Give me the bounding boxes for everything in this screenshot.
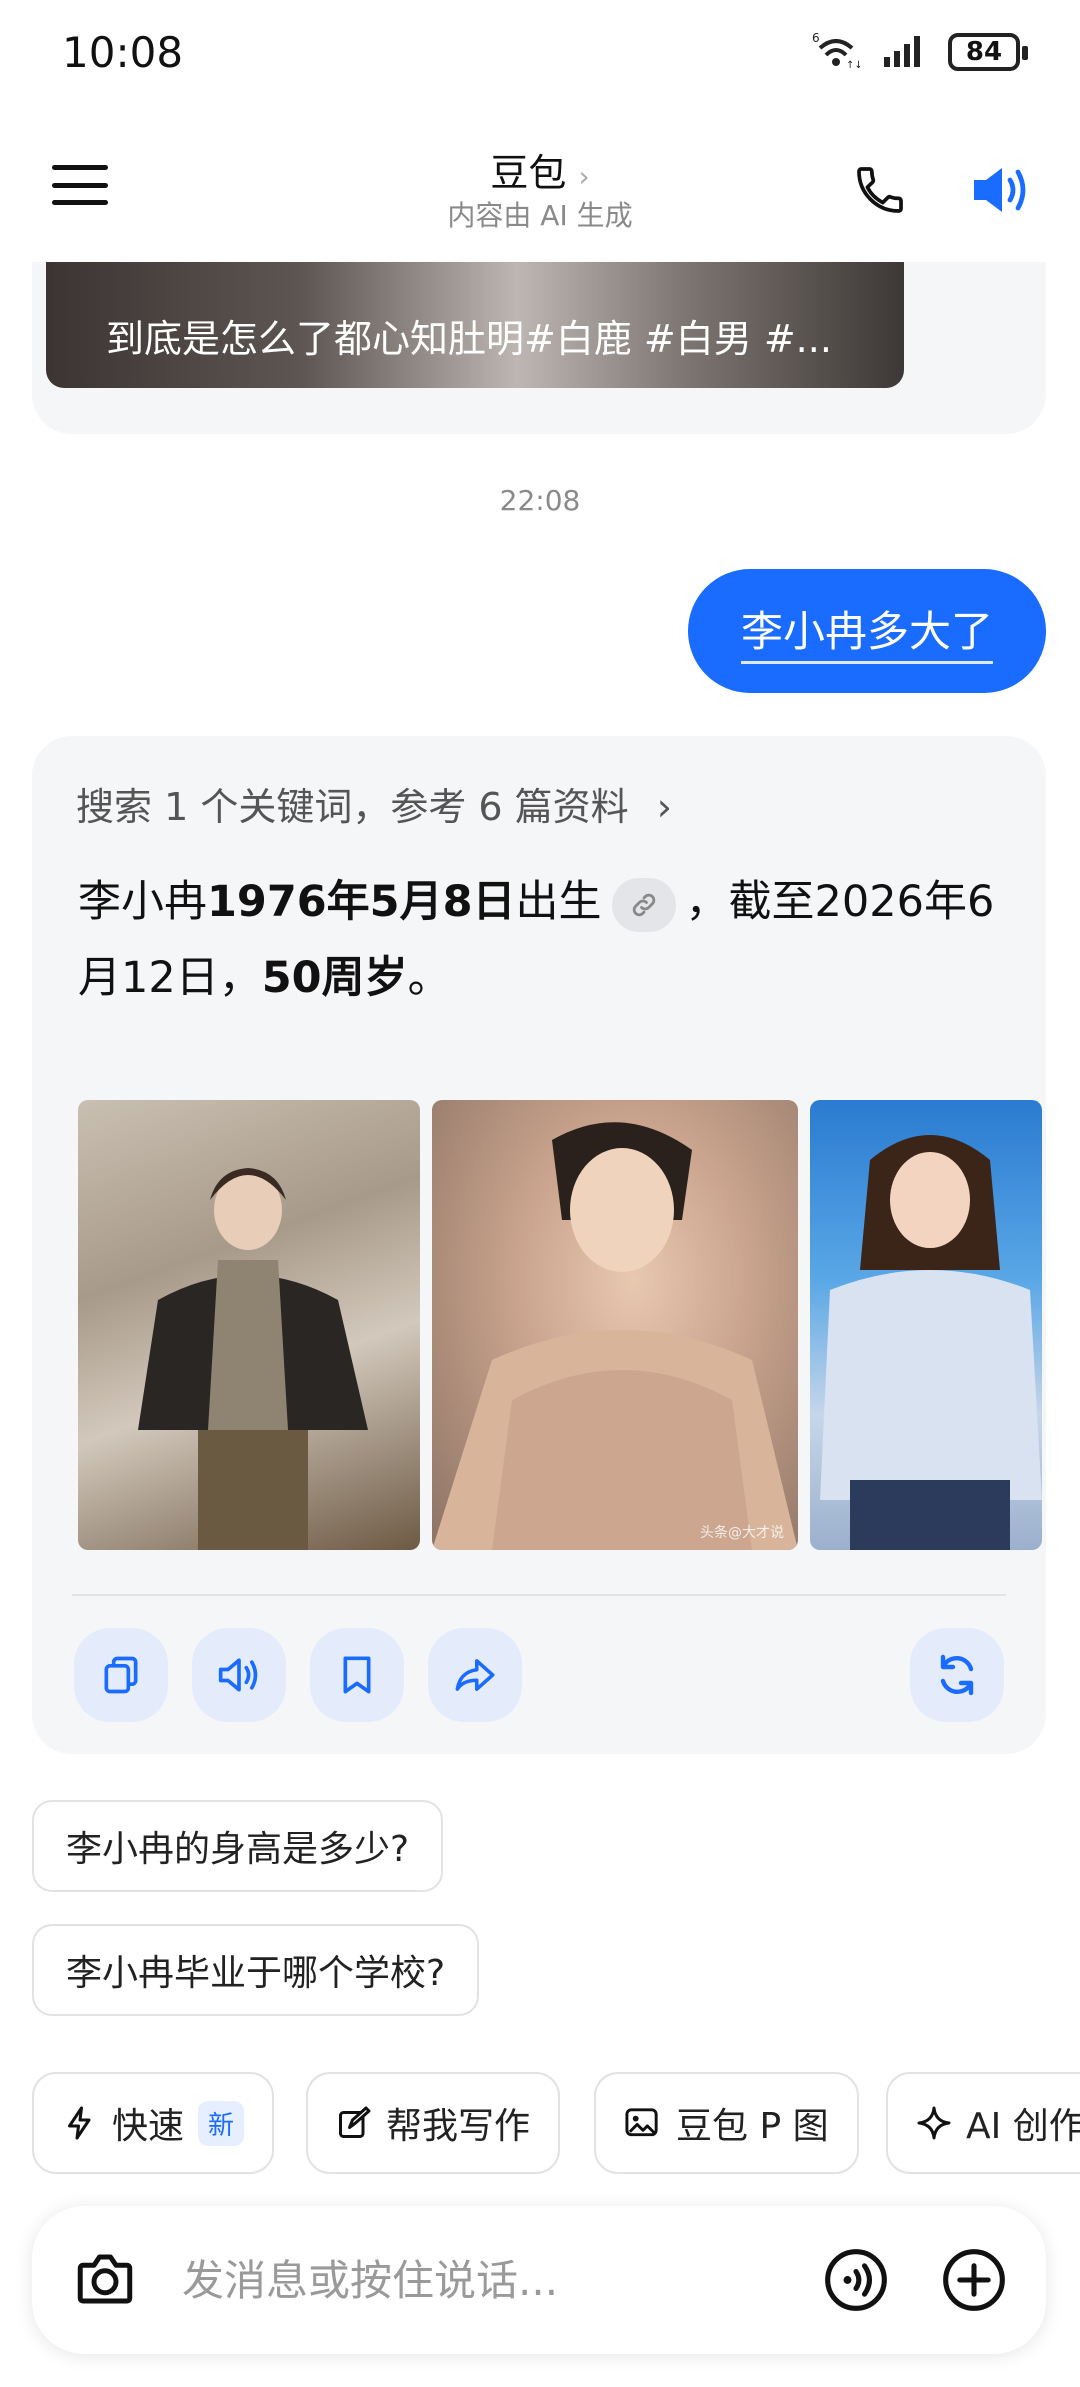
read-aloud-button[interactable] [192, 1628, 286, 1722]
answer-segment: 李小冉 [78, 877, 207, 927]
chevron-right-icon: › [578, 160, 590, 193]
quick-chip-ai-create[interactable]: AI 创作 [886, 2072, 1080, 2174]
regenerate-button[interactable] [910, 1628, 1004, 1722]
card-divider [72, 1594, 1006, 1596]
quick-chip-writing[interactable]: 帮我写作 [306, 2072, 561, 2174]
sparkle-icon [917, 2106, 951, 2140]
quick-chip-image-edit[interactable]: 豆包 P 图 [594, 2072, 859, 2174]
chip-label: 帮我写作 [386, 2106, 531, 2147]
ai-generated-notice: 内容由 AI 生成 [447, 199, 633, 232]
result-photo-3[interactable] [810, 1100, 1042, 1550]
svg-text:↑↓: ↑↓ [846, 60, 860, 70]
voice-input-button[interactable] [822, 2246, 890, 2314]
age-value: 50周岁 [261, 953, 408, 1003]
status-time: 10:08 [62, 28, 184, 77]
photo-watermark: 头条@大才说 [700, 1525, 784, 1541]
suggested-question[interactable]: 李小冉毕业于哪个学校? [32, 1924, 480, 2016]
svg-text:6: 6 [812, 31, 820, 45]
battery-indicator: 84 [948, 33, 1028, 71]
edit-icon [339, 2106, 371, 2138]
quick-chip-fast[interactable]: 快速 新 [32, 2072, 275, 2174]
phone-icon [857, 167, 903, 213]
user-message-bubble[interactable]: 李小冉多大了 [688, 569, 1046, 693]
reference-link-chip[interactable] [611, 877, 676, 932]
bookmark-icon [343, 1656, 371, 1694]
speaker-outline-icon [218, 1658, 258, 1692]
camera-button[interactable] [72, 2246, 138, 2312]
answer-segment: 。 [407, 953, 451, 1003]
answer-text: 李小冉1976年5月8日出生 ，截至2026年6月12日，50周岁。 [78, 864, 1018, 1016]
share-button[interactable] [428, 1628, 522, 1722]
link-icon [632, 893, 655, 916]
add-attachment-button[interactable] [940, 2246, 1008, 2314]
plus-circle-icon [943, 2249, 1005, 2311]
suggested-question-text: 李小冉的身高是多少? [66, 1829, 410, 1870]
copy-icon [104, 1656, 138, 1694]
camera-icon [77, 2254, 133, 2304]
status-bar: 10:08 6 ↑↓ 84 [0, 0, 1080, 110]
message-timestamp: 22:08 [499, 484, 581, 517]
chat-header: 豆包 › 内容由 AI 生成 [0, 110, 1080, 260]
search-summary: 搜索 1 个关键词，参考 6 篇资料 [76, 785, 629, 829]
chevron-right-icon: › [656, 785, 672, 829]
user-message-text: 李小冉多大了 [740, 598, 993, 664]
lightning-icon [68, 2106, 91, 2140]
result-photo-2[interactable]: 头条@大才说 [432, 1100, 798, 1550]
share-arrow-icon [455, 1659, 495, 1691]
speaker-icon [974, 168, 1026, 212]
wifi-icon: 6 ↑↓ [812, 30, 863, 74]
search-sources-link[interactable]: 搜索 1 个关键词，参考 6 篇资料 › [76, 776, 672, 831]
suggested-question-text: 李小冉毕业于哪个学校? [66, 1953, 446, 1994]
chip-label: AI 创作 [966, 2106, 1080, 2147]
status-icons: 6 ↑↓ 84 [812, 30, 1028, 74]
bookmark-button[interactable] [310, 1628, 404, 1722]
assistant-name: 豆包 [490, 151, 567, 195]
chip-label: 快速 [112, 2106, 185, 2147]
refresh-icon [940, 1654, 974, 1696]
new-badge: 新 [198, 2100, 245, 2146]
assistant-title[interactable]: 豆包 › [0, 142, 1080, 197]
voice-wave-icon [825, 2249, 887, 2311]
copy-button[interactable] [74, 1628, 168, 1722]
message-input-bar [32, 2206, 1046, 2354]
speaker-toggle-button[interactable] [968, 160, 1032, 220]
result-photo-1[interactable] [78, 1100, 420, 1550]
signal-icon [882, 33, 926, 71]
video-caption: 到底是怎么了都心知肚明#白鹿 #白男 #... [106, 317, 832, 361]
message-input[interactable] [182, 2246, 802, 2314]
chip-label: 豆包 P 图 [676, 2106, 829, 2147]
suggested-question[interactable]: 李小冉的身高是多少? [32, 1800, 444, 1892]
answer-segment: 出生 [515, 877, 602, 927]
phone-call-button[interactable] [852, 162, 908, 218]
image-edit-icon [625, 2108, 658, 2137]
birth-date: 1976年5月8日 [207, 877, 516, 927]
